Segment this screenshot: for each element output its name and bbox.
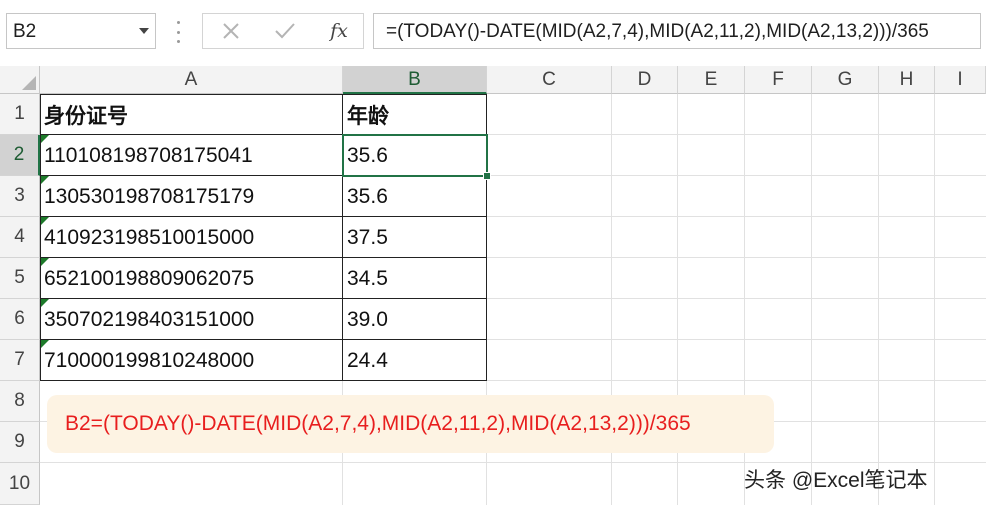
formula-bar: B2 fx =(TODAY()-DATE(MID(A2,7,4),MID(A2,… [0, 0, 986, 67]
row-header-6[interactable]: 6 [0, 299, 40, 340]
cell-a5[interactable]: 652100198809062075 [40, 258, 343, 299]
error-indicator-icon[interactable] [41, 258, 49, 266]
error-indicator-icon[interactable] [41, 135, 49, 143]
row-header-4[interactable]: 4 [0, 217, 40, 258]
formula-note-text: B2=(TODAY()-DATE(MID(A2,7,4),MID(A2,11,2… [65, 412, 691, 435]
cell-b6[interactable]: 39.0 [343, 299, 487, 340]
formula-buttons: fx [202, 13, 364, 49]
column-header-d[interactable]: D [612, 66, 678, 94]
formula-input[interactable]: =(TODAY()-DATE(MID(A2,7,4),MID(A2,11,2),… [373, 13, 981, 49]
select-all-icon [22, 76, 36, 90]
cell-b5[interactable]: 34.5 [343, 258, 487, 299]
cell-a6[interactable]: 350702198403151000 [40, 299, 343, 340]
check-icon [275, 23, 295, 39]
name-box[interactable]: B2 [6, 13, 156, 49]
fx-icon: fx [330, 20, 348, 42]
table-border [40, 339, 487, 340]
column-header-f[interactable]: F [745, 66, 812, 94]
error-indicator-icon[interactable] [41, 176, 49, 184]
chevron-down-icon[interactable] [139, 28, 149, 34]
cell-a2[interactable]: 110108198708175041 [40, 135, 343, 176]
gridline [40, 462, 986, 463]
table-border [40, 216, 487, 217]
column-header-c[interactable]: C [487, 66, 612, 94]
row-header-5[interactable]: 5 [0, 258, 40, 299]
name-box-value: B2 [13, 21, 37, 42]
row-header-3[interactable]: 3 [0, 176, 40, 217]
column-header-e[interactable]: E [678, 66, 745, 94]
formula-text: =(TODAY()-DATE(MID(A2,7,4),MID(A2,11,2),… [386, 21, 929, 42]
drag-handle-icon[interactable] [176, 21, 180, 43]
close-icon [223, 23, 239, 39]
cell-b3[interactable]: 35.6 [343, 176, 487, 217]
error-indicator-icon[interactable] [41, 299, 49, 307]
table-border [40, 298, 487, 299]
cell-a1[interactable]: 身份证号 [40, 94, 343, 135]
cell-b7[interactable]: 24.4 [343, 340, 487, 381]
column-header-b[interactable]: B [343, 66, 487, 94]
cell-a3[interactable]: 130530198708175179 [40, 176, 343, 217]
column-header-a[interactable]: A [40, 66, 343, 94]
cell-a7[interactable]: 710000199810248000 [40, 340, 343, 381]
row-header-1[interactable]: 1 [0, 94, 40, 135]
gridline [934, 94, 935, 505]
select-all-button[interactable] [0, 66, 40, 94]
error-indicator-icon[interactable] [41, 217, 49, 225]
column-header-i[interactable]: I [935, 66, 986, 94]
insert-function-button[interactable]: fx [319, 14, 359, 48]
cancel-button[interactable] [211, 14, 251, 48]
column-header-h[interactable]: H [879, 66, 935, 94]
cell-selection [342, 134, 488, 177]
error-indicator-icon[interactable] [41, 340, 49, 348]
cell-b4[interactable]: 37.5 [343, 217, 487, 258]
table-border [40, 257, 487, 258]
row-header-7[interactable]: 7 [0, 340, 40, 381]
watermark: 头条 @Excel笔记本 [744, 469, 928, 492]
formula-note: B2=(TODAY()-DATE(MID(A2,7,4),MID(A2,11,2… [47, 395, 774, 453]
cell-b1[interactable]: 年龄 [343, 94, 487, 135]
row-header-10[interactable]: 10 [0, 463, 40, 505]
gridline [811, 94, 812, 505]
row-header-2[interactable]: 2 [0, 135, 40, 176]
row-header-8[interactable]: 8 [0, 381, 40, 422]
gridline [878, 94, 879, 505]
column-header-g[interactable]: G [812, 66, 879, 94]
enter-button[interactable] [265, 14, 305, 48]
fill-handle[interactable] [483, 172, 491, 180]
cell-a4[interactable]: 410923198510015000 [40, 217, 343, 258]
row-header-9[interactable]: 9 [0, 422, 40, 463]
